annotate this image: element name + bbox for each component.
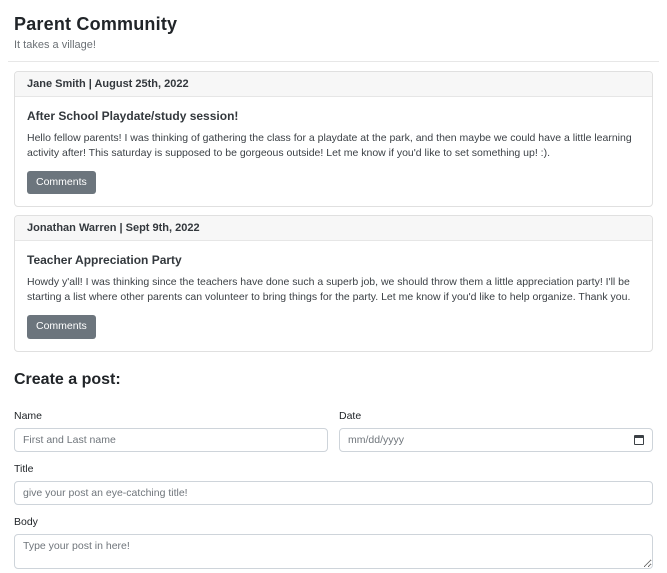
title-label: Title bbox=[14, 462, 34, 475]
post-title: Teacher Appreciation Party bbox=[27, 253, 182, 268]
name-input[interactable] bbox=[14, 427, 328, 452]
post-author-date: Jane Smith | August 25th, 2022 bbox=[15, 72, 652, 97]
create-post-heading: Create a post: bbox=[14, 370, 121, 388]
title-input[interactable] bbox=[14, 480, 653, 505]
post-card-body: Teacher Appreciation Party Howdy y'all! … bbox=[15, 241, 652, 350]
name-label: Name bbox=[14, 409, 43, 422]
post-author-date: Jonathan Warren | Sept 9th, 2022 bbox=[15, 216, 652, 242]
comments-button[interactable]: Comments bbox=[27, 170, 96, 195]
date-input[interactable] bbox=[339, 427, 653, 452]
header-divider bbox=[8, 61, 659, 62]
name-field-group: Name bbox=[14, 410, 328, 452]
post-body-text: Howdy y'all! I was thinking since the te… bbox=[27, 276, 631, 304]
body-textarea[interactable] bbox=[14, 533, 653, 569]
title-field-group: Title bbox=[14, 463, 653, 505]
date-input-wrap bbox=[339, 427, 653, 452]
body-label: Body bbox=[14, 515, 38, 528]
posts-list: Jane Smith | August 25th, 2022 After Sch… bbox=[14, 71, 653, 352]
comments-button[interactable]: Comments bbox=[27, 315, 96, 339]
post-body-text: Hello fellow parents! I was thinking of … bbox=[27, 132, 632, 159]
page-title: Parent Community bbox=[14, 14, 178, 34]
post-card: Jonathan Warren | Sept 9th, 2022 Teacher… bbox=[14, 215, 653, 352]
post-card: Jane Smith | August 25th, 2022 After Sch… bbox=[14, 71, 653, 208]
name-date-row: Name Date bbox=[14, 410, 653, 452]
date-label: Date bbox=[339, 409, 362, 422]
post-card-body: After School Playdate/study session! Hel… bbox=[15, 97, 652, 206]
date-field-group: Date bbox=[339, 410, 653, 452]
page-subtitle: It takes a village! bbox=[14, 39, 96, 51]
body-field-group: Body bbox=[14, 516, 653, 573]
create-post-form: Name Date Title Body Post bbox=[14, 410, 653, 573]
post-title: After School Playdate/study session! bbox=[27, 109, 239, 123]
